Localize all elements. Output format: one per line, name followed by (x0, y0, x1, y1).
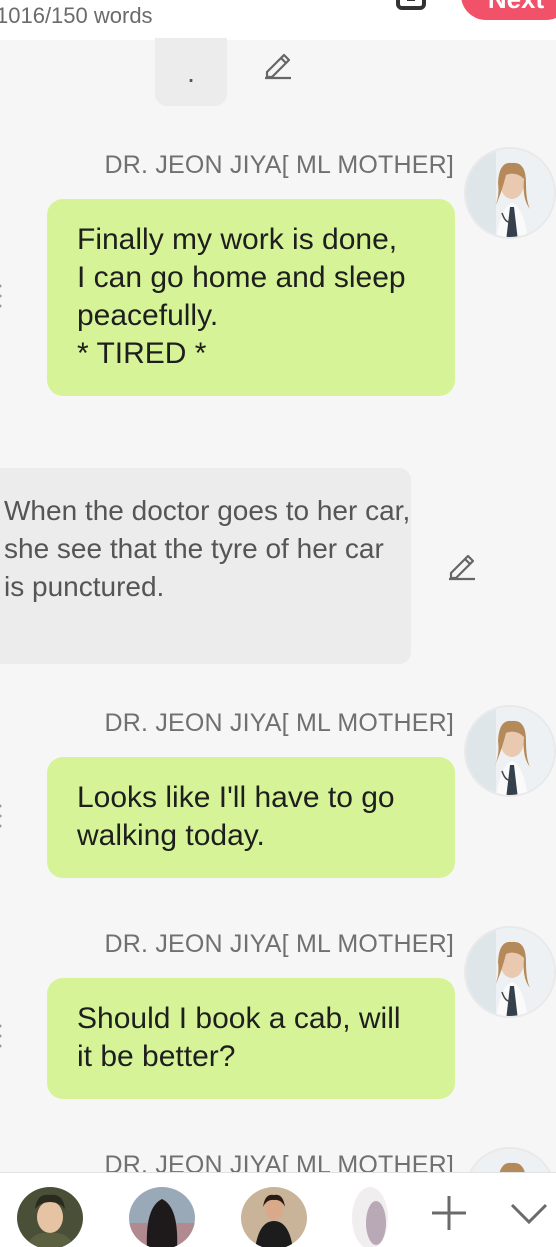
message-bubble[interactable]: Looks like I'll have to go walking today… (47, 757, 455, 878)
word-count: 1016/150 words (0, 3, 153, 28)
girl-avatar-image (129, 1187, 195, 1247)
message-bubble[interactable]: Finally my work is done, I can go home a… (47, 199, 455, 396)
chevron-down-icon[interactable] (509, 1193, 549, 1233)
avatar[interactable] (464, 705, 556, 797)
message-line: Looks like I'll have to go (77, 781, 395, 814)
woman-avatar-image (241, 1187, 307, 1247)
next-button[interactable]: Next (461, 0, 556, 20)
doctor-avatar-image (466, 928, 554, 1016)
message-bubble[interactable]: Should I book a cab, will it be better? (47, 978, 455, 1099)
drag-handle-icon[interactable] (0, 282, 2, 312)
speaker-name: DR. JEON JIYA[ ML MOTHER] (104, 709, 454, 737)
drag-handle-icon[interactable] (0, 1022, 2, 1052)
message-line: Should I book a cab, will (77, 1002, 401, 1035)
avatar[interactable] (464, 147, 556, 239)
character-bar (0, 1172, 556, 1247)
soldier-avatar-image (17, 1187, 83, 1247)
doctor-avatar-image (466, 707, 554, 795)
speaker-name: DR. JEON JIYA[ ML MOTHER] (104, 930, 454, 958)
pencil-icon[interactable] (262, 50, 292, 80)
message-line: it be better? (77, 1040, 236, 1073)
message-line: walking today. (77, 819, 265, 852)
plus-icon[interactable] (429, 1193, 469, 1233)
message-line: I can go home and sleep (77, 261, 406, 294)
narration-bubble[interactable]: When the doctor goes to her car, she see… (0, 468, 411, 664)
message-line: Finally my work is done, (77, 223, 398, 256)
message-line: peacefully. (77, 299, 219, 332)
message-line: * TIRED * (77, 337, 207, 370)
character-avatar[interactable] (129, 1187, 195, 1247)
narration-bubble[interactable]: . (155, 38, 227, 106)
drag-handle-icon[interactable] (0, 802, 2, 832)
pencil-icon[interactable] (446, 551, 476, 581)
doctor-avatar-image (466, 149, 554, 237)
character-avatar[interactable] (241, 1187, 307, 1247)
partial-avatar-image (352, 1187, 388, 1247)
avatar[interactable] (464, 926, 556, 1018)
character-avatar[interactable] (352, 1187, 388, 1247)
character-avatar[interactable] (17, 1187, 83, 1247)
speaker-name: DR. JEON JIYA[ ML MOTHER] (104, 151, 454, 179)
calendar-icon[interactable] (396, 0, 426, 10)
top-bar: 1016/150 words Next (0, 0, 556, 40)
